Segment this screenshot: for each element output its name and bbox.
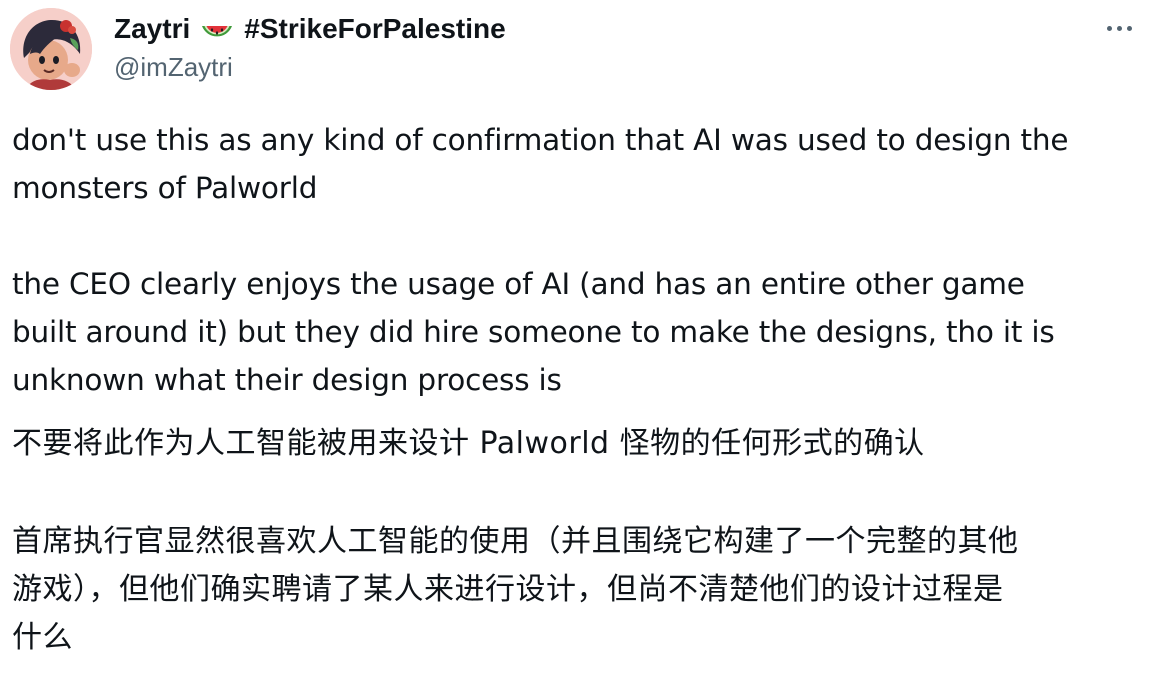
tweet-line: 什么 — [12, 620, 73, 655]
display-name[interactable]: Zaytri — [114, 13, 190, 45]
tweet-line: unknown what their design process is — [12, 363, 562, 397]
tweet-en-paragraph-2: the CEO clearly enjoys the usage of AI (… — [12, 260, 1055, 404]
tweet-line: the CEO clearly enjoys the usage of AI (… — [12, 267, 1025, 301]
watermelon-emoji — [200, 19, 234, 41]
tweet-line: 首席执行官显然很喜欢人工智能的使用（并且围绕它构建了一个完整的其他 — [12, 524, 1019, 559]
tweet-line: 游戏），但他们确实聘请了某人来进行设计，但尚不清楚他们的设计过程是 — [12, 572, 1004, 607]
avatar[interactable] — [10, 8, 92, 90]
hashtag-link[interactable]: #StrikeForPalestine — [244, 13, 505, 45]
more-dots-icon[interactable] — [1102, 16, 1136, 40]
tweet-line: 不要将此作为人工智能被用来设计 Palworld 怪物的任何形式的确认 — [12, 426, 925, 461]
tweet-en-paragraph-1: don't use this as any kind of confirmati… — [12, 116, 1069, 212]
author-name-row[interactable]: Zaytri #StrikeForPalestine — [114, 12, 506, 46]
tweet-line: monsters of Palworld — [12, 171, 318, 205]
tweet-line: don't use this as any kind of confirmati… — [12, 123, 1069, 157]
tweet-zh-paragraph-2: 首席执行官显然很喜欢人工智能的使用（并且围绕它构建了一个完整的其他 游戏），但他… — [12, 518, 1019, 662]
author-handle[interactable]: @imZaytri — [114, 52, 233, 83]
tweet-line: built around it) but they did hire someo… — [12, 315, 1055, 349]
tweet-zh-paragraph-1: 不要将此作为人工智能被用来设计 Palworld 怪物的任何形式的确认 — [12, 420, 925, 468]
tweet-card: Zaytri #StrikeForPalestine @imZaytri don… — [0, 0, 1150, 674]
